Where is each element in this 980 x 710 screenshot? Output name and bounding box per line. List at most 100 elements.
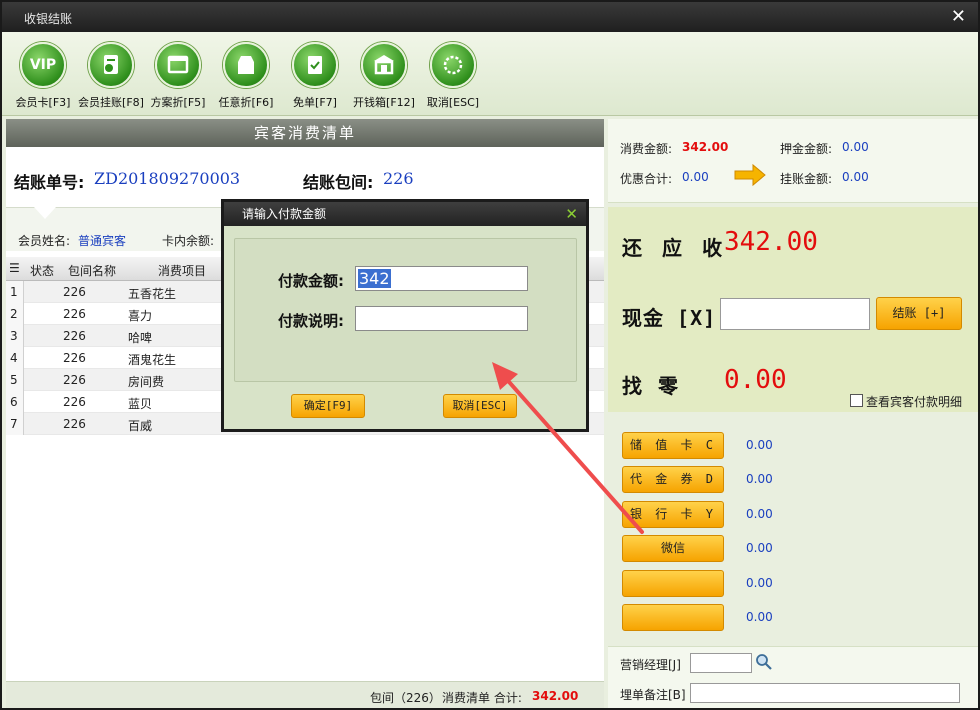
row-index: 5 (6, 369, 24, 391)
custom-discount-button[interactable]: 任意折[F6] (211, 42, 281, 110)
discount-label: 优惠合计: (620, 172, 673, 186)
row-room: 226 (63, 329, 86, 343)
room-label: 结账包间: (303, 173, 374, 192)
toolbar: VIP 会员卡[F3] 会员挂账[F8] 方案折[F5] 任意折[F6] 免单[… (2, 32, 978, 116)
row-room: 226 (63, 285, 86, 299)
vip-card-button[interactable]: VIP 会员卡[F3] (8, 42, 78, 110)
bank-card-amount: 0.00 (746, 507, 773, 521)
vip-card-icon: VIP (20, 42, 66, 88)
show-detail-checkbox[interactable] (850, 394, 863, 407)
payment-button-5[interactable] (622, 570, 724, 597)
row-room: 226 (63, 395, 86, 409)
wechat-button[interactable]: 微信 (622, 535, 724, 562)
custom-discount-icon (223, 42, 269, 88)
cancel-icon (430, 42, 476, 88)
cash-drawer-button[interactable]: 开钱箱[F12] (349, 42, 419, 110)
row-index: 4 (6, 347, 24, 369)
dialog-cancel-button[interactable]: 取消[ESC] (443, 394, 517, 418)
window-title: 收银结账 (24, 12, 73, 26)
checkout-button[interactable]: 结账 [+] (876, 297, 962, 330)
receivable-value: 342.00 (724, 227, 818, 257)
row-room: 226 (63, 351, 86, 365)
dialog-title: 请输入付款金额 (242, 207, 327, 221)
payment-amount-dialog: 请输入付款金额 ✕ 付款金额: 342 付款说明: 确定[F9] 取消[ESC] (221, 199, 589, 432)
dialog-title-bar: 请输入付款金额 ✕ (224, 202, 586, 226)
list-footer: 包间（226） 消费清单 合计: 342.00 (6, 681, 604, 708)
remark-input[interactable] (690, 683, 960, 703)
consume-label: 消费金额: (620, 142, 673, 156)
row-room: 226 (63, 373, 86, 387)
amount-input[interactable]: 342 (355, 266, 528, 291)
room-value: 226 (383, 169, 414, 188)
row-item: 酒鬼花生 (128, 353, 177, 367)
manager-input[interactable] (690, 653, 752, 673)
free-order-button[interactable]: 免单[F7] (280, 42, 350, 110)
amount-value: 342 (358, 269, 391, 288)
list-title: 宾客消费清单 (6, 119, 604, 147)
row-index: 6 (6, 391, 24, 413)
stored-value-amount: 0.00 (746, 438, 773, 452)
member-credit-icon (88, 42, 134, 88)
cancel-label: 取消[ESC] (426, 96, 480, 109)
payment-amount-6: 0.00 (746, 610, 773, 624)
bill-no-label: 结账单号: (14, 173, 85, 192)
notch-decoration (34, 207, 56, 219)
dialog-form: 付款金额: 342 付款说明: (234, 238, 577, 382)
plan-discount-label: 方案折[F5] (150, 96, 206, 109)
note-label: 付款说明: (278, 312, 344, 330)
bottom-fields: 营销经理[J] 埋单备注[B] (608, 646, 978, 708)
cash-input[interactable] (720, 298, 870, 330)
credit-value: 0.00 (842, 170, 869, 184)
deposit-label: 押金金额: (780, 142, 833, 156)
footer-room: 包间（226） (370, 691, 441, 705)
list-icon: ☰ (9, 261, 20, 275)
stored-value-card-button[interactable]: 储 值 卡 C (622, 432, 724, 459)
discount-value: 0.00 (682, 170, 709, 184)
row-index: 7 (6, 413, 24, 435)
change-label: 找 零 (622, 374, 681, 398)
vip-card-glyph: VIP (29, 57, 57, 73)
receivable-label: 还 应 收 (622, 236, 727, 260)
col-status: 状态 (30, 264, 55, 278)
col-item: 消费项目 (158, 264, 207, 278)
payment-methods: 储 值 卡 C 0.00 代 金 券 D 0.00 银 行 卡 Y 0.00 微… (608, 416, 978, 646)
note-input[interactable] (355, 306, 528, 331)
free-order-label: 免单[F7] (293, 96, 337, 109)
payment-amount-5: 0.00 (746, 576, 773, 590)
checkout-window: 收银结账 ✕ VIP 会员卡[F3] 会员挂账[F8] 方案折[F5] 任意折[… (0, 0, 980, 710)
bill-no: ZD201809270003 (94, 169, 241, 188)
row-index: 2 (6, 303, 24, 325)
change-value: 0.00 (724, 365, 787, 395)
free-order-icon (292, 42, 338, 88)
payment-panel: 消费金额: 342.00 押金金额: 0.00 优惠合计: 0.00 挂账金额:… (608, 119, 978, 708)
search-icon[interactable] (755, 653, 773, 674)
cash-drawer-label: 开钱箱[F12] (353, 96, 415, 109)
deposit-value: 0.00 (842, 140, 869, 154)
row-room: 226 (63, 417, 86, 431)
bank-card-button[interactable]: 银 行 卡 Y (622, 501, 724, 528)
close-icon[interactable]: ✕ (951, 6, 966, 27)
row-item: 蓝贝 (128, 397, 153, 411)
member-credit-button[interactable]: 会员挂账[F8] (76, 42, 146, 110)
dialog-close-icon[interactable]: ✕ (565, 202, 578, 226)
payment-button-6[interactable] (622, 604, 724, 631)
row-item: 哈啤 (128, 331, 153, 345)
row-item: 房间费 (128, 375, 165, 389)
bill-info: 结账单号: ZD201809270003 结账包间: 226 (6, 147, 604, 207)
col-room: 包间名称 (68, 264, 117, 278)
voucher-button[interactable]: 代 金 券 D (622, 466, 724, 493)
row-item: 五香花生 (128, 287, 177, 301)
cancel-button[interactable]: 取消[ESC] (418, 42, 488, 110)
amount-label: 付款金额: (278, 272, 344, 290)
plan-discount-button[interactable]: 方案折[F5] (143, 42, 213, 110)
cash-label: 现金 [X] (622, 306, 717, 330)
footer-list-label: 消费清单 合计: (442, 691, 522, 705)
consume-value: 342.00 (682, 140, 729, 154)
member-name: 普通宾客 (78, 234, 127, 248)
wechat-amount: 0.00 (746, 541, 773, 555)
dialog-ok-button[interactable]: 确定[F9] (291, 394, 365, 418)
voucher-amount: 0.00 (746, 472, 773, 486)
footer-total: 342.00 (532, 689, 579, 703)
row-room: 226 (63, 307, 86, 321)
cash-drawer-icon (361, 42, 407, 88)
